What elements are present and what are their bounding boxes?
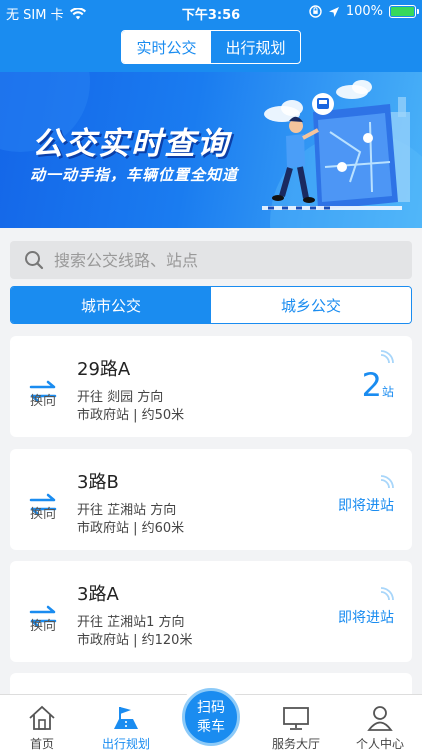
tab-profile-label: 个人中心 (355, 737, 404, 750)
tab-travel-label: 出行规划 (101, 737, 150, 750)
banner-subtitle: 动一动手指，车辆位置全知道 (30, 166, 239, 184)
swap-direction-label[interactable]: 换向 (30, 390, 56, 409)
route-card[interactable]: 换向 3路B 开往 芷湘站 方向 市政府站 | 约60米 即将进站 (10, 449, 412, 550)
eta-arriving-text: 即将进站 (338, 610, 394, 626)
flag-road-icon (114, 707, 138, 729)
search-input[interactable] (54, 250, 394, 270)
eta-display: 即将进站 (314, 477, 394, 514)
tab-rural-bus[interactable]: 城乡公交 (211, 287, 411, 323)
route-card[interactable]: 换向 29路A 开往 剡园 方向 市政府站 | 约50米 2站 (10, 336, 412, 437)
battery-percent: 100% (345, 4, 383, 19)
eta-stop-count: 2 (361, 366, 382, 404)
tab-home-label: 首页 (29, 737, 54, 750)
promo-banner[interactable]: 公交实时查询 动一动手指，车辆位置全知道 (0, 72, 422, 228)
orientation-lock-icon (309, 5, 322, 18)
status-bar: 无 SIM 卡 下午3:56 100% (0, 0, 422, 24)
swap-direction-label[interactable]: 换向 (30, 615, 56, 634)
route-card[interactable]: 换向 3路A 开往 芷湘站1 方向 市政府站 | 约120米 即将进站 (10, 561, 412, 662)
route-stop-distance: 市政府站 | 约50米 (77, 408, 185, 423)
banner-title: 公交实时查询 (32, 126, 230, 162)
route-name: 29路A (77, 359, 131, 380)
signal-wave-icon (380, 350, 394, 364)
route-direction: 开往 剡园 方向 (77, 390, 164, 405)
tab-profile[interactable]: 个人中心 (340, 703, 420, 750)
tab-city-bus[interactable]: 城市公交 (11, 287, 211, 323)
location-icon (328, 6, 339, 17)
tab-travel[interactable]: 出行规划 (86, 703, 166, 750)
header-bar: 无 SIM 卡 下午3:56 100% 实时公交 出行规划 (0, 0, 422, 72)
route-direction: 开往 芷湘站1 方向 (77, 615, 185, 630)
tab-service-label: 服务大厅 (271, 737, 320, 750)
tab-service-hall[interactable]: 服务大厅 (256, 703, 336, 750)
tab-realtime-bus[interactable]: 实时公交 (122, 31, 211, 63)
scan-label-line1: 扫码 (197, 700, 225, 716)
route-direction: 开往 芷湘站 方向 (77, 503, 177, 518)
eta-unit: 站 (381, 385, 394, 399)
scan-label-line2: 乘车 (197, 719, 225, 735)
eta-display: 2站 (362, 366, 394, 404)
bus-category-tabs: 城市公交 城乡公交 (10, 286, 412, 324)
top-tab-switcher: 实时公交 出行规划 (121, 30, 301, 64)
route-stop-distance: 市政府站 | 约120米 (77, 633, 193, 648)
search-icon (25, 251, 44, 270)
battery-icon (389, 5, 419, 18)
search-bar[interactable] (10, 241, 412, 279)
tab-trip-planning[interactable]: 出行规划 (211, 31, 300, 63)
user-icon (367, 706, 393, 731)
route-name: 3路A (77, 584, 119, 605)
eta-display: 即将进站 (314, 589, 394, 626)
tab-home[interactable]: 首页 (2, 703, 82, 750)
monitor-icon (283, 707, 309, 730)
swap-direction-label[interactable]: 换向 (30, 503, 56, 522)
eta-arriving-text: 即将进站 (338, 498, 394, 514)
route-stop-distance: 市政府站 | 约60米 (77, 521, 185, 536)
route-name: 3路B (77, 472, 119, 493)
scan-to-ride-button[interactable]: 扫码 乘车 (178, 684, 244, 750)
scan-to-ride-circle[interactable]: 扫码 乘车 (182, 688, 240, 746)
home-icon (29, 705, 55, 730)
